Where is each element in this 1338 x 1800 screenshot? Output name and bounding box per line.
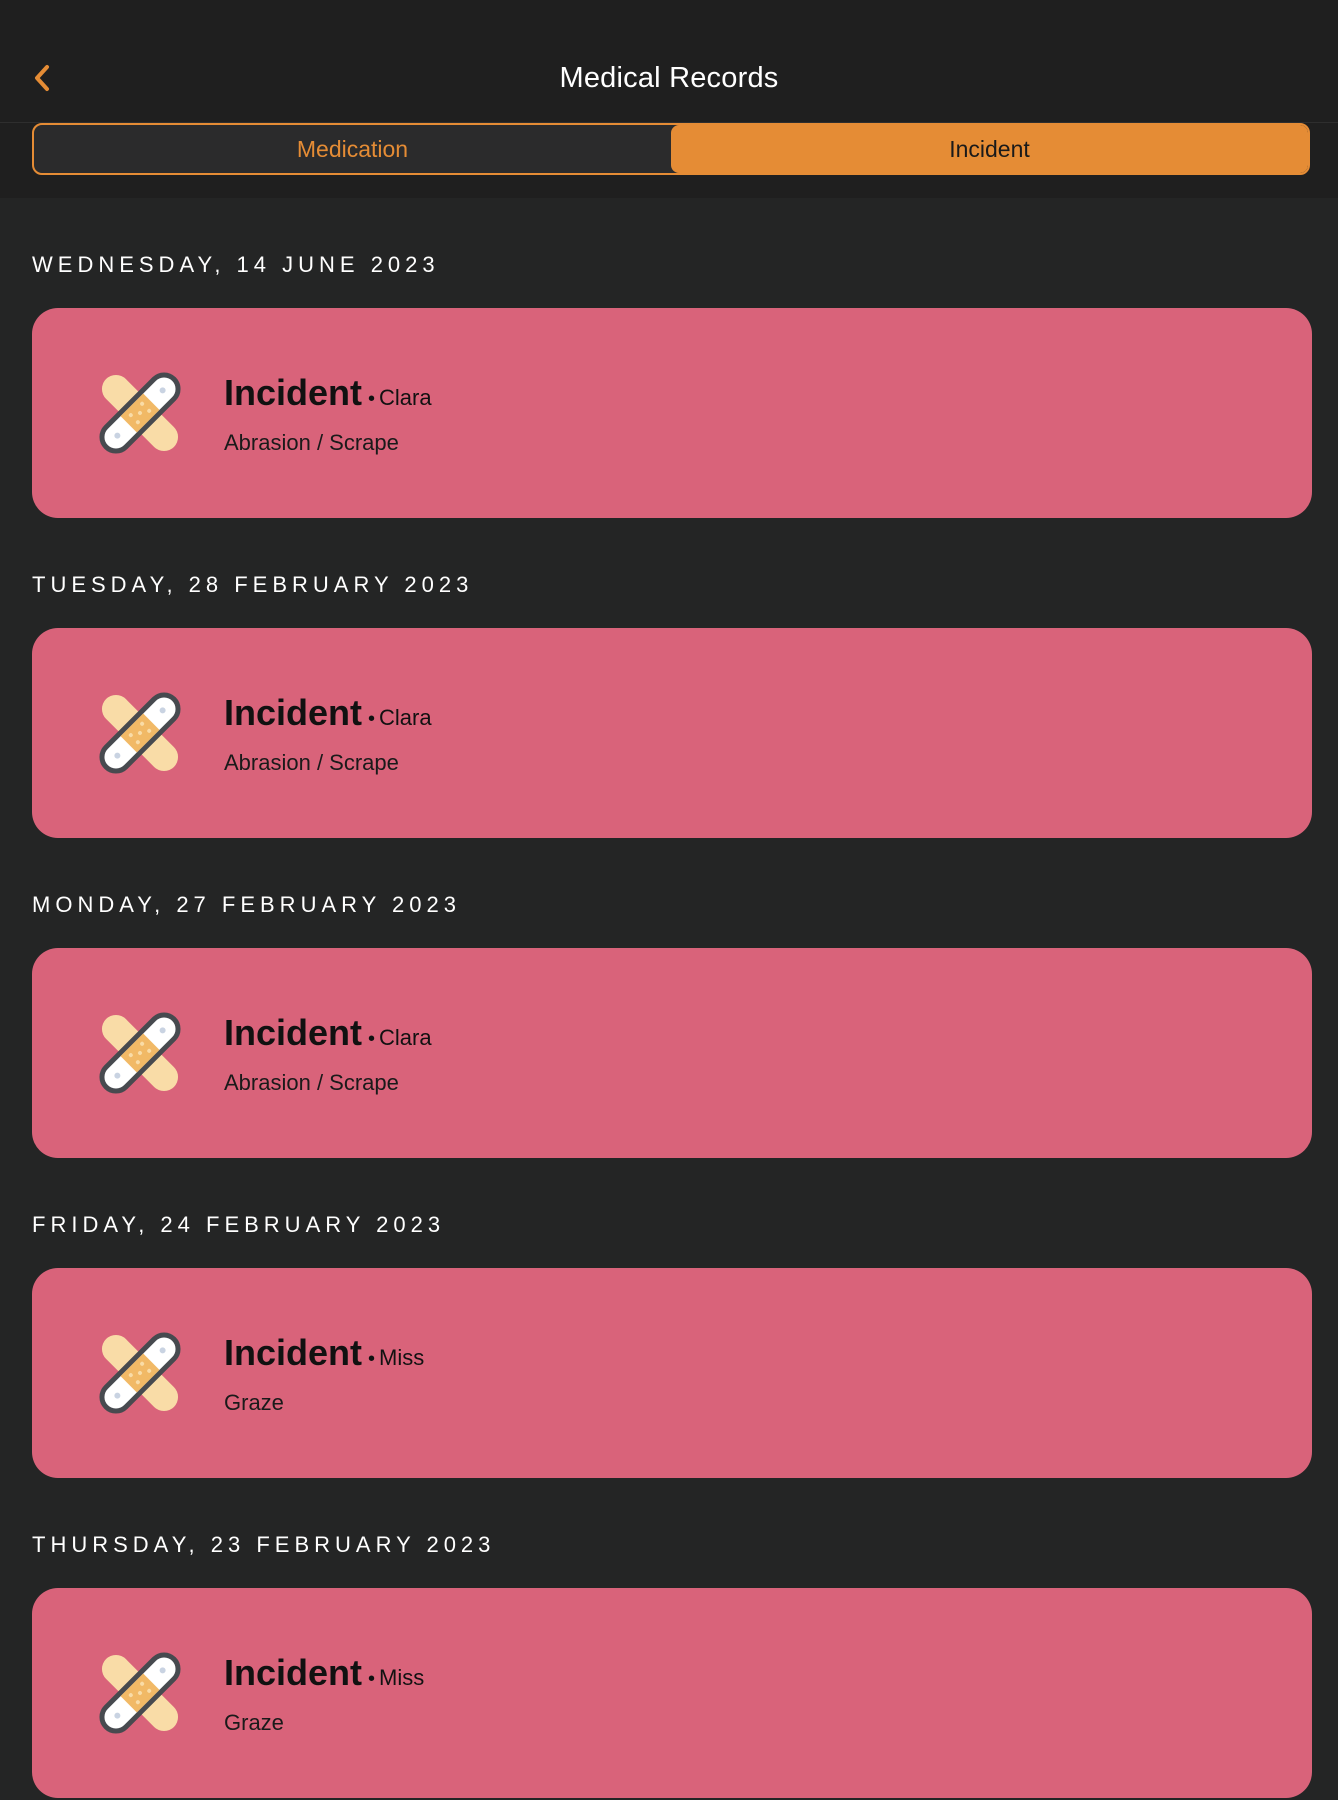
record-detail: Abrasion / Scrape <box>224 430 399 455</box>
record-type: Incident <box>224 1652 363 1693</box>
record-type: Incident <box>224 1332 363 1373</box>
date-header: FRIDAY, 24 FEBRUARY 2023 <box>32 1212 446 1237</box>
record-detail: Graze <box>224 1710 284 1735</box>
separator-dot: • <box>368 1348 376 1370</box>
separator-dot: • <box>368 388 376 410</box>
record-person: Miss <box>379 1345 425 1370</box>
record-card[interactable]: Incident • Miss Graze <box>32 1588 1312 1798</box>
segmented-control: Medication Incident <box>32 123 1310 175</box>
date-header: WEDNESDAY, 14 JUNE 2023 <box>32 252 440 277</box>
record-person: Clara <box>379 1025 432 1050</box>
record-card[interactable]: Incident • Clara Abrasion / Scrape <box>32 948 1312 1158</box>
separator-dot: • <box>368 708 376 730</box>
separator-dot: • <box>368 1028 376 1050</box>
separator-dot: • <box>368 1668 376 1690</box>
record-person: Miss <box>379 1665 425 1690</box>
record-title: Incident • Miss <box>224 1332 424 1374</box>
record-title: Incident • Miss <box>224 1652 424 1694</box>
record-title: Incident • Clara <box>224 1012 432 1054</box>
page-title: Medical Records <box>559 62 779 94</box>
record-title: Incident • Clara <box>224 372 432 414</box>
bandage-icon <box>99 1012 181 1094</box>
record-person: Clara <box>379 385 432 410</box>
bandage-icon <box>99 1652 181 1734</box>
date-header: MONDAY, 27 FEBRUARY 2023 <box>32 892 461 917</box>
date-header: TUESDAY, 28 FEBRUARY 2023 <box>32 572 474 597</box>
date-header: THURSDAY, 23 FEBRUARY 2023 <box>32 1532 496 1557</box>
status-bar <box>0 0 1338 40</box>
record-card[interactable]: Incident • Clara Abrasion / Scrape <box>32 628 1312 838</box>
record-detail: Graze <box>224 1390 284 1415</box>
segment-bar: Medication Incident <box>0 123 1338 198</box>
record-title: Incident • Clara <box>224 692 432 734</box>
bandage-icon <box>99 692 181 774</box>
record-person: Clara <box>379 705 432 730</box>
record-type: Incident <box>224 692 363 733</box>
tab-incident[interactable]: Incident <box>671 125 1308 173</box>
records-list: WEDNESDAY, 14 JUNE 2023 Incident • Clara… <box>32 198 1312 1798</box>
record-detail: Abrasion / Scrape <box>224 1070 399 1095</box>
record-type: Incident <box>224 372 363 413</box>
bandage-icon <box>99 372 181 454</box>
bandage-icon <box>99 1332 181 1414</box>
tab-medication[interactable]: Medication <box>34 125 671 173</box>
record-card[interactable]: Incident • Miss Graze <box>32 1268 1312 1478</box>
record-type: Incident <box>224 1012 363 1053</box>
navigation-bar: Medical Records <box>0 40 1338 123</box>
record-detail: Abrasion / Scrape <box>224 750 399 775</box>
record-card[interactable]: Incident • Clara Abrasion / Scrape <box>32 308 1312 518</box>
